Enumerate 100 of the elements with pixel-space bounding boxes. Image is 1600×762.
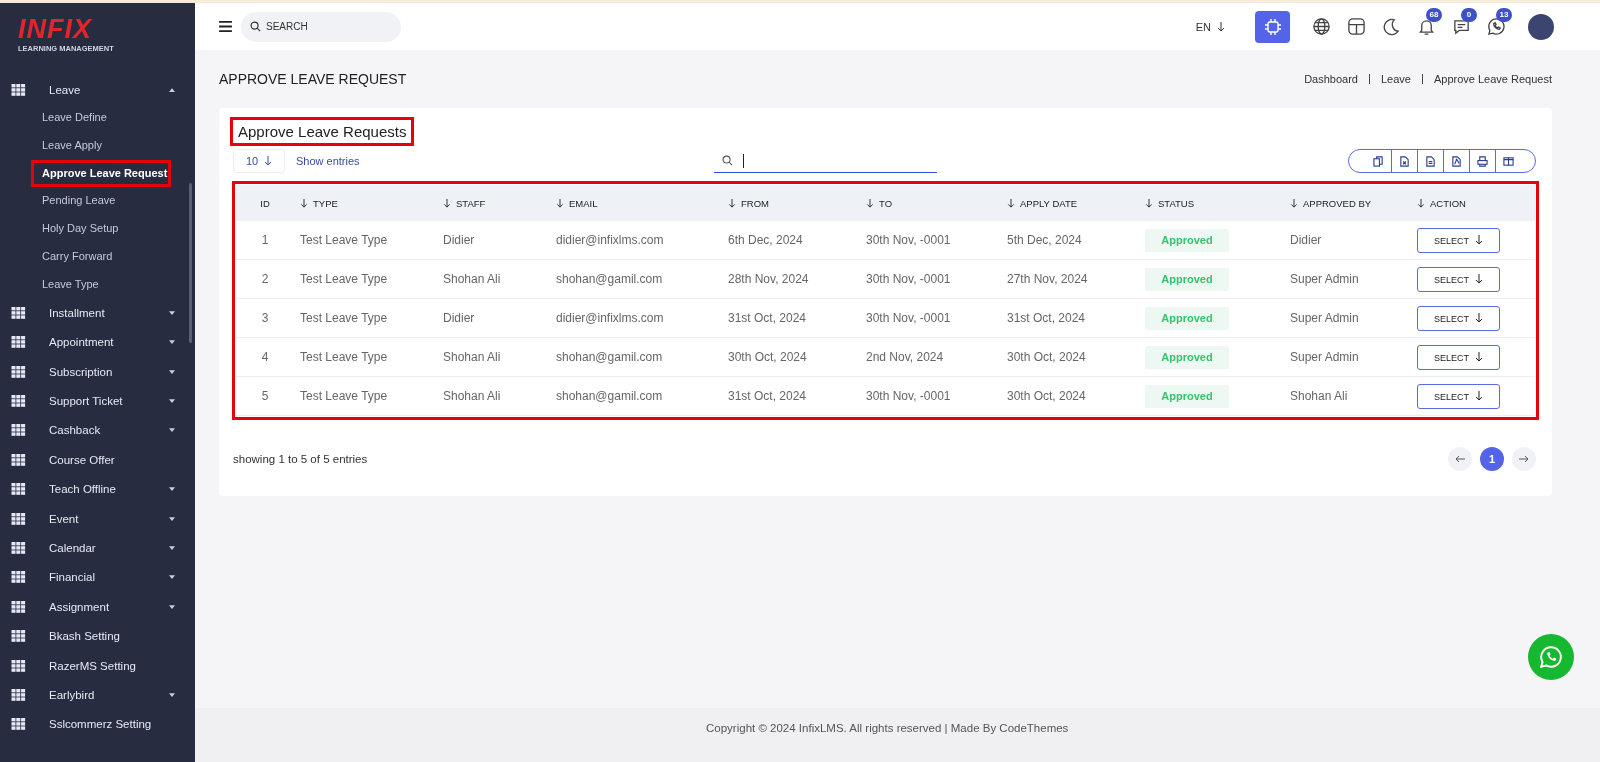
table-cell: 5 xyxy=(261,389,269,403)
grid-icon xyxy=(11,600,26,613)
table-cell: Test Leave Type xyxy=(300,233,388,247)
grid-icon xyxy=(11,630,26,643)
page-button[interactable]: 1 xyxy=(1480,447,1504,471)
select-button[interactable]: SELECT xyxy=(1417,344,1500,370)
sort-arrow-icon xyxy=(728,198,736,208)
sidebar-item[interactable]: Installment xyxy=(0,298,195,328)
scrollbar[interactable] xyxy=(189,183,192,343)
sort-arrow-icon xyxy=(556,198,564,208)
column-header[interactable]: FROM xyxy=(722,197,860,209)
sort-arrow-icon xyxy=(1145,198,1153,208)
sidebar-item[interactable]: Course Offer xyxy=(0,445,195,475)
search-field[interactable]: SEARCH xyxy=(241,11,401,42)
arrow-left-icon xyxy=(1455,455,1465,463)
sidebar-subitem[interactable]: Leave Define xyxy=(0,104,195,133)
sidebar-subitem[interactable]: Pending Leave xyxy=(0,187,195,216)
phone-chat-icon xyxy=(1538,644,1564,670)
sidebar-subitem[interactable]: Leave Apply xyxy=(0,132,195,160)
moon-icon[interactable] xyxy=(1382,17,1401,36)
whatsapp-button[interactable] xyxy=(1528,634,1574,680)
breadcrumb-link[interactable]: Approve Leave Request xyxy=(1433,73,1552,85)
table-cell: shohan@gamil.com xyxy=(556,389,663,403)
select-button[interactable]: SELECT xyxy=(1417,227,1500,253)
table-cell: 28th Nov, 2024 xyxy=(728,272,809,286)
sidebar-item[interactable]: Teach Offline xyxy=(0,474,195,504)
sidebar-item[interactable]: Earlybird xyxy=(0,680,195,710)
table-cell: 30th Nov, -0001 xyxy=(866,233,951,247)
table-cell: 30th Oct, 2024 xyxy=(1007,350,1086,364)
sidebar-item[interactable]: Appointment xyxy=(0,327,195,357)
select-button[interactable]: SELECT xyxy=(1417,383,1500,409)
page-title: APPROVE LEAVE REQUEST xyxy=(219,71,407,87)
sidebar-item[interactable]: RazerMS Setting xyxy=(0,650,195,681)
grid-icon xyxy=(11,718,26,731)
grid-icon xyxy=(11,395,26,408)
avatar[interactable] xyxy=(1528,13,1554,40)
menu-icon[interactable] xyxy=(219,21,232,32)
sidebar-subitem[interactable]: Carry Forward xyxy=(0,242,195,271)
language-selector[interactable]: EN xyxy=(1189,19,1231,34)
column-header[interactable]: ID xyxy=(236,197,294,209)
table-cell: didier@infixlms.com xyxy=(556,233,664,247)
column-header[interactable]: STAFF xyxy=(437,197,550,209)
layout-icon[interactable] xyxy=(1347,17,1366,36)
grid-icon xyxy=(11,453,26,466)
notification-count: 68 xyxy=(1426,8,1442,22)
table-cell: 6th Dec, 2024 xyxy=(728,233,803,247)
grid-icon xyxy=(11,83,26,96)
notification-count: 13 xyxy=(1496,8,1512,22)
footer-text: Copyright © 2024 InfixLMS. All rights reserved | Made By CodeThemes xyxy=(195,708,1600,762)
table-cell: Test Leave Type xyxy=(300,272,388,286)
sidebar-subitem[interactable]: Approve Leave Request xyxy=(31,159,171,188)
arrow-right-icon xyxy=(1519,455,1529,463)
ai-button[interactable] xyxy=(1255,10,1290,43)
table-cell: Test Leave Type xyxy=(300,389,388,403)
status-badge: Approved xyxy=(1145,345,1229,369)
sidebar-item[interactable]: Event xyxy=(0,503,195,534)
card-title: Approve Leave Requests xyxy=(233,120,412,143)
sidebar-item[interactable]: Cashback xyxy=(0,415,195,446)
column-header[interactable]: TYPE xyxy=(294,197,437,209)
breadcrumb-link[interactable]: Dashboard xyxy=(1304,73,1358,85)
table-cell: 31st Oct, 2024 xyxy=(728,311,807,325)
grid-icon xyxy=(11,571,26,584)
sidebar-item[interactable]: Financial xyxy=(0,562,195,593)
bell-icon[interactable] xyxy=(1417,17,1436,36)
breadcrumb-link[interactable]: Leave xyxy=(1381,73,1411,85)
sidebar-subitem[interactable]: Holy Day Setup xyxy=(0,215,195,243)
column-header[interactable]: STATUS xyxy=(1139,197,1284,209)
sidebar-subitem[interactable]: Leave Type xyxy=(0,270,195,299)
phone-chat-icon[interactable] xyxy=(1487,17,1506,36)
sidebar-item[interactable]: Calendar xyxy=(0,533,195,563)
column-header[interactable]: ACTION xyxy=(1411,197,1521,209)
table-cell: 27th Nov, 2024 xyxy=(1007,272,1088,286)
sidebar-item[interactable]: Support Ticket xyxy=(0,386,195,416)
status-badge: Approved xyxy=(1145,306,1229,330)
table-cell: didier@infixlms.com xyxy=(556,311,664,325)
column-header[interactable]: APPROVED BY xyxy=(1284,197,1411,209)
sidebar-item[interactable]: Subscription xyxy=(0,357,195,387)
sort-arrow-icon xyxy=(1417,198,1425,208)
column-header[interactable]: EMAIL xyxy=(550,197,722,209)
sidebar-item[interactable]: Assignment xyxy=(0,592,195,622)
column-header[interactable]: TO xyxy=(860,197,1001,209)
grid-icon xyxy=(11,483,26,496)
table-cell: 1 xyxy=(261,233,269,247)
globe-icon[interactable] xyxy=(1312,17,1331,36)
table-cell: 2 xyxy=(261,272,269,286)
table-cell: 30th Nov, -0001 xyxy=(866,272,951,286)
table-cell: 30th Nov, -0001 xyxy=(866,389,951,403)
column-header[interactable]: APPLY DATE xyxy=(1001,197,1139,209)
select-button[interactable]: SELECT xyxy=(1417,266,1500,292)
table-cell: shohan@gamil.com xyxy=(556,272,663,286)
select-button[interactable]: SELECT xyxy=(1417,305,1500,331)
table-cell: 2nd Nov, 2024 xyxy=(866,350,944,364)
sidebar-item[interactable]: Leave xyxy=(0,75,195,105)
sidebar-item[interactable]: Bkash Setting xyxy=(0,621,195,651)
search-icon xyxy=(250,21,261,32)
table-cell: 3 xyxy=(261,311,269,325)
sort-arrow-icon xyxy=(1007,198,1015,208)
chat-icon[interactable] xyxy=(1452,17,1471,36)
sidebar-item[interactable]: Sslcommerz Setting xyxy=(0,709,195,740)
page-size-select[interactable]: 10 xyxy=(233,149,285,173)
